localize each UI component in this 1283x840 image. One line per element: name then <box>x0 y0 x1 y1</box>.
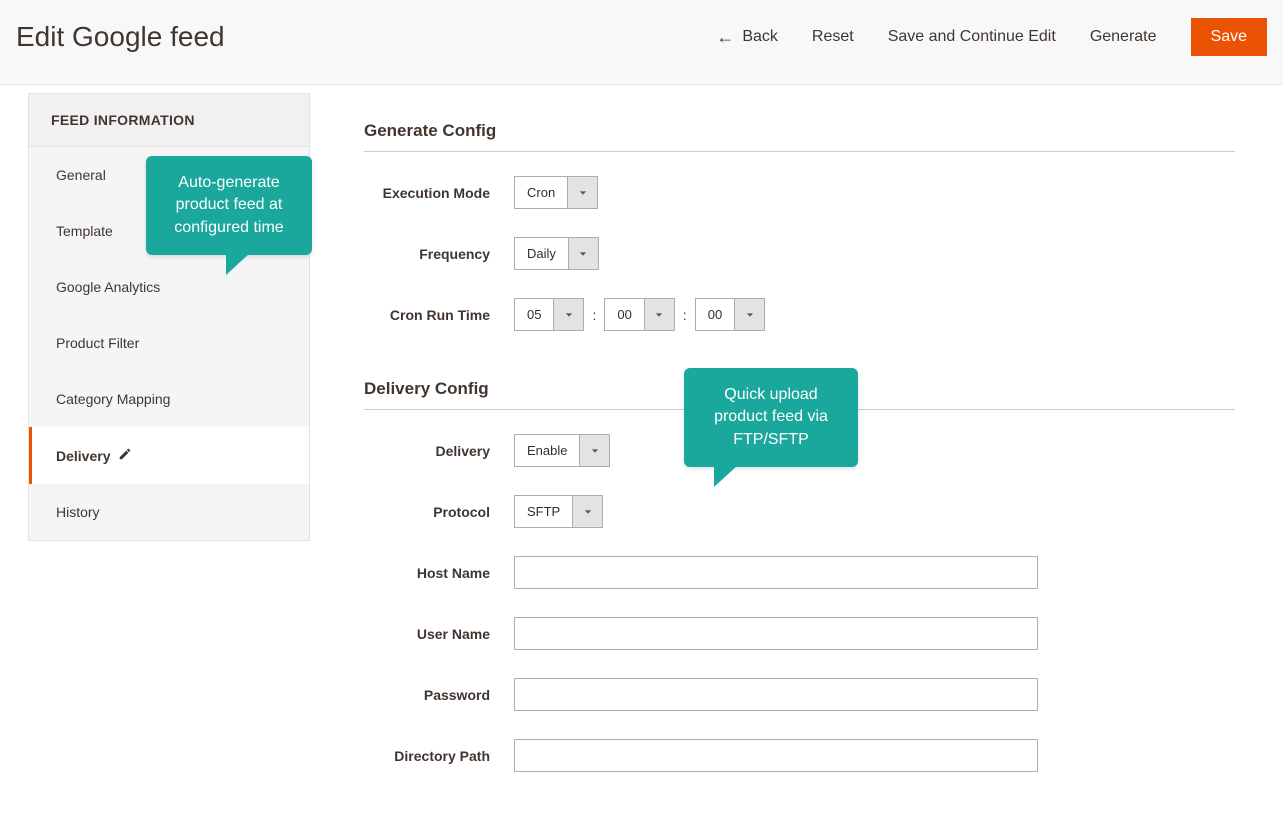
sidebar-item-label: Delivery <box>56 448 110 464</box>
label-password: Password <box>364 687 514 703</box>
save-button[interactable]: Save <box>1191 18 1267 56</box>
sidebar-item-label: Category Mapping <box>56 391 170 407</box>
select-cron-second[interactable]: 00 <box>695 298 765 331</box>
row-directory-path: Directory Path <box>364 739 1235 772</box>
sidebar-item-label: Product Filter <box>56 335 139 351</box>
sidebar-item-history[interactable]: History <box>29 484 309 540</box>
chevron-down-icon <box>734 299 764 330</box>
sidebar-item-label: Template <box>56 223 113 239</box>
input-host-name[interactable] <box>514 556 1038 589</box>
row-cron-run-time: Cron Run Time 05 : 00 : 00 <box>364 298 1235 331</box>
sidebar-item-delivery[interactable]: Delivery <box>29 427 309 484</box>
select-protocol[interactable]: SFTP <box>514 495 603 528</box>
chevron-down-icon <box>572 496 602 527</box>
sidebar-item-category-mapping[interactable]: Category Mapping <box>29 371 309 427</box>
generate-label: Generate <box>1090 28 1157 46</box>
label-delivery: Delivery <box>364 443 514 459</box>
label-protocol: Protocol <box>364 504 514 520</box>
chevron-down-icon <box>568 238 598 269</box>
label-frequency: Frequency <box>364 246 514 262</box>
back-label: Back <box>742 28 778 46</box>
select-value: 00 <box>605 299 643 330</box>
time-separator: : <box>683 307 687 323</box>
select-delivery[interactable]: Enable <box>514 434 610 467</box>
chevron-down-icon <box>644 299 674 330</box>
select-value: Enable <box>515 435 579 466</box>
select-value: Cron <box>515 177 567 208</box>
input-user-name[interactable] <box>514 617 1038 650</box>
layout: FEED INFORMATION General Template Google… <box>0 85 1283 840</box>
chevron-down-icon <box>553 299 583 330</box>
chevron-down-icon <box>579 435 609 466</box>
select-value: 00 <box>696 299 734 330</box>
time-separator: : <box>592 307 596 323</box>
input-password[interactable] <box>514 678 1038 711</box>
top-bar: Edit Google feed ← Back Reset Save and C… <box>0 0 1283 85</box>
chevron-down-icon <box>567 177 597 208</box>
callout-auto-generate: Auto-generate product feed at configured… <box>146 156 312 255</box>
label-cron-run-time: Cron Run Time <box>364 307 514 323</box>
callout-tail-icon <box>226 253 250 275</box>
select-frequency[interactable]: Daily <box>514 237 599 270</box>
generate-config-title: Generate Config <box>364 121 1235 152</box>
pencil-icon <box>118 447 132 464</box>
reset-label: Reset <box>812 28 854 46</box>
callout-text: Auto-generate product feed at configured… <box>174 174 283 236</box>
arrow-left-icon: ← <box>716 28 734 46</box>
select-execution-mode[interactable]: Cron <box>514 176 598 209</box>
generate-button[interactable]: Generate <box>1090 28 1157 46</box>
label-execution-mode: Execution Mode <box>364 185 514 201</box>
save-continue-button[interactable]: Save and Continue Edit <box>888 28 1056 46</box>
sidebar-item-google-analytics[interactable]: Google Analytics <box>29 259 309 315</box>
label-host-name: Host Name <box>364 565 514 581</box>
reset-button[interactable]: Reset <box>812 28 854 46</box>
row-protocol: Protocol SFTP <box>364 495 1235 528</box>
back-button[interactable]: ← Back <box>716 28 778 46</box>
sidebar-item-label: General <box>56 167 106 183</box>
callout-quick-upload: Quick upload product feed via FTP/SFTP <box>684 368 858 467</box>
callout-tail-icon <box>714 465 738 487</box>
input-directory-path[interactable] <box>514 739 1038 772</box>
row-user-name: User Name <box>364 617 1235 650</box>
row-frequency: Frequency Daily <box>364 237 1235 270</box>
row-host-name: Host Name <box>364 556 1235 589</box>
row-execution-mode: Execution Mode Cron <box>364 176 1235 209</box>
top-actions: ← Back Reset Save and Continue Edit Gene… <box>716 18 1267 56</box>
label-directory-path: Directory Path <box>364 748 514 764</box>
sidebar-item-product-filter[interactable]: Product Filter <box>29 315 309 371</box>
select-value: 05 <box>515 299 553 330</box>
sidebar-item-label: Google Analytics <box>56 279 160 295</box>
sidebar-title: FEED INFORMATION <box>29 93 309 147</box>
page-title: Edit Google feed <box>16 21 225 53</box>
sidebar-item-label: History <box>56 504 100 520</box>
select-cron-minute[interactable]: 00 <box>604 298 674 331</box>
main-content: Auto-generate product feed at configured… <box>310 93 1283 840</box>
select-value: SFTP <box>515 496 572 527</box>
save-continue-label: Save and Continue Edit <box>888 28 1056 46</box>
callout-text: Quick upload product feed via FTP/SFTP <box>714 386 828 448</box>
select-cron-hour[interactable]: 05 <box>514 298 584 331</box>
row-password: Password <box>364 678 1235 711</box>
label-user-name: User Name <box>364 626 514 642</box>
select-value: Daily <box>515 238 568 269</box>
